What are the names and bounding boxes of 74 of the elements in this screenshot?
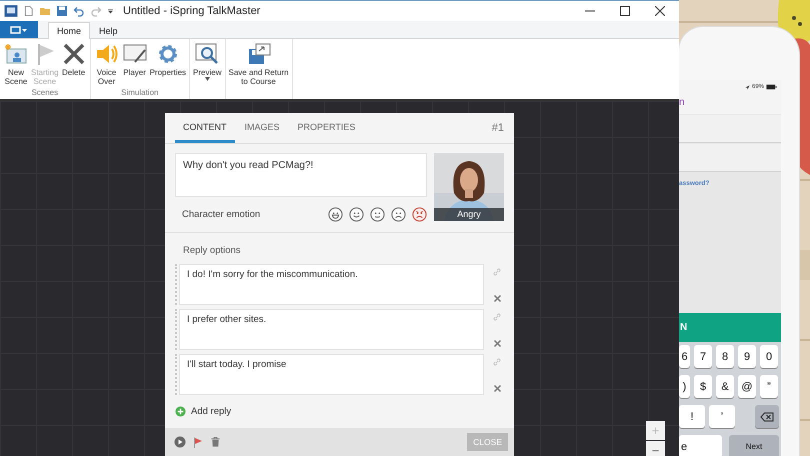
- cross-icon: [62, 42, 86, 66]
- file-menu-button[interactable]: [0, 21, 38, 38]
- keyboard-key[interactable]: 8: [716, 345, 734, 368]
- floppy-icon: [246, 42, 271, 66]
- add-reply-link[interactable]: Add reply: [191, 406, 232, 417]
- remove-icon[interactable]: [492, 339, 502, 348]
- dialog-tab[interactable]: PROPERTIES: [290, 122, 364, 143]
- ribbon-button[interactable]: Properties: [150, 39, 186, 88]
- ribbon-button[interactable]: Preview: [193, 39, 222, 99]
- emotion-label: Character emotion: [182, 209, 262, 220]
- magnifier-monitor-icon: [195, 42, 220, 66]
- keyboard-key[interactable]: 7: [694, 345, 712, 368]
- keyboard-key[interactable]: e: [679, 435, 722, 456]
- keyboard-key[interactable]: @: [738, 375, 756, 398]
- remove-icon[interactable]: [492, 384, 502, 393]
- window-title: Untitled - iSpring TalkMaster: [123, 5, 262, 17]
- screen-heading: n: [679, 94, 781, 114]
- ribbon-button[interactable]: Save and Return to Course: [228, 39, 289, 99]
- sparkle-card-icon: [4, 42, 28, 66]
- keyboard-key[interactable]: Next: [729, 435, 779, 456]
- keyboard-key[interactable]: 6: [679, 345, 690, 368]
- neutral-face-icon[interactable]: [370, 207, 385, 222]
- backspace-key[interactable]: [755, 405, 779, 428]
- play-icon[interactable]: [174, 436, 186, 448]
- keyboard-key[interactable]: ): [679, 375, 690, 398]
- flag-icon[interactable]: [192, 436, 204, 448]
- maximize-icon[interactable]: [620, 6, 630, 16]
- input-field[interactable]: [679, 115, 781, 143]
- ribbon-tab[interactable]: Home: [48, 22, 90, 39]
- keyboard-key[interactable]: 0: [760, 345, 778, 368]
- add-icon[interactable]: [175, 406, 186, 417]
- caret-icon: [204, 77, 210, 81]
- reply-field[interactable]: I do! I'm sorry for the miscommunication.: [179, 264, 484, 305]
- grin-face-icon[interactable]: [328, 207, 343, 222]
- minimize-icon[interactable]: [585, 10, 595, 12]
- backspace-icon: [760, 412, 774, 422]
- ribbon-button[interactable]: Voice Over: [94, 39, 120, 88]
- group-label: Scenes: [31, 88, 58, 99]
- ribbon-button[interactable]: Player: [122, 39, 148, 88]
- group-label: Simulation: [121, 88, 158, 99]
- angry-face-icon[interactable]: [412, 207, 427, 222]
- dialog-tab[interactable]: IMAGES: [236, 122, 288, 143]
- keyboard-key[interactable]: !: [679, 405, 705, 428]
- section-label: Reply options: [183, 245, 242, 256]
- new-file-icon[interactable]: [23, 5, 34, 17]
- remove-icon[interactable]: [492, 294, 502, 303]
- window-caret-icon: [10, 26, 28, 34]
- scene-number: #1: [492, 122, 504, 134]
- reply-field[interactable]: I'll start today. I promise: [179, 354, 484, 395]
- save-icon[interactable]: [56, 5, 68, 17]
- reply-field[interactable]: I prefer other sites.: [179, 309, 484, 350]
- dialog-tab[interactable]: CONTENT: [175, 122, 234, 143]
- close-icon[interactable]: [655, 6, 665, 16]
- keyboard-key[interactable]: $: [694, 375, 712, 398]
- emotion-caption: Angry: [434, 208, 504, 221]
- keyboard-key[interactable]: ’: [709, 405, 735, 428]
- ribbon-tab[interactable]: Help: [90, 22, 127, 39]
- app-icon: [4, 4, 18, 18]
- zoom-out-button[interactable]: −: [646, 441, 665, 456]
- ribbon-button[interactable]: Delete: [60, 39, 87, 88]
- keyboard-key[interactable]: ”: [760, 375, 778, 398]
- trash-icon[interactable]: [210, 436, 221, 448]
- undo-icon[interactable]: [73, 5, 85, 17]
- sad-face-icon[interactable]: [391, 207, 406, 222]
- input-field[interactable]: [679, 144, 781, 172]
- battery-icon: [766, 84, 777, 90]
- speaker-icon: [94, 42, 119, 66]
- keyboard-key[interactable]: 9: [738, 345, 756, 368]
- customize-icon[interactable]: [107, 7, 114, 15]
- location-icon: [744, 84, 750, 90]
- smile-face-icon[interactable]: [349, 207, 364, 222]
- keyboard-key[interactable]: &: [716, 375, 734, 398]
- ribbon-button[interactable]: New Scene: [3, 39, 29, 88]
- question-field[interactable]: Why don't you read PCMag?!: [175, 153, 427, 197]
